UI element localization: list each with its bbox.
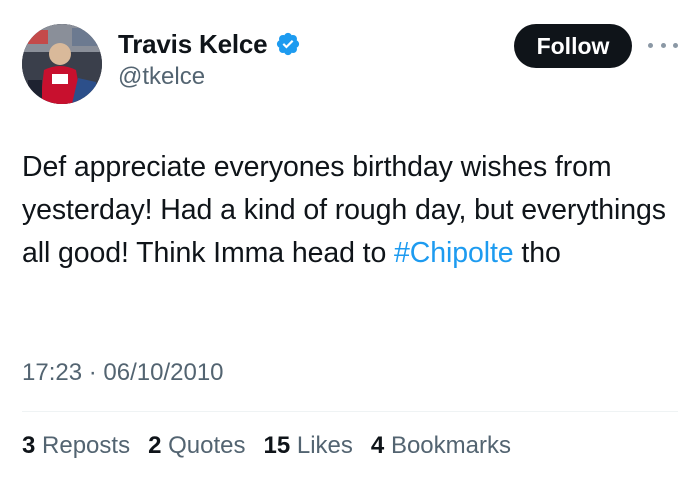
hashtag-link[interactable]: #Chipolte [394, 237, 514, 269]
stat-label: Likes [296, 432, 353, 459]
stat-count: 15 [263, 432, 291, 459]
stat-count: 3 [22, 432, 36, 459]
tweet-date: 06/10/2010 [103, 359, 224, 386]
tweet-text: Def appreciate everyones birthday wishes… [22, 146, 682, 275]
verified-badge-icon[interactable] [275, 31, 301, 57]
bookmarks-stat[interactable]: 4 Bookmarks [371, 430, 511, 462]
more-dot [660, 42, 666, 48]
quotes-stat[interactable]: 2 Quotes [148, 430, 245, 462]
more-options-icon[interactable] [648, 38, 678, 52]
display-name[interactable]: Travis Kelce [118, 28, 268, 60]
more-dot [648, 42, 653, 48]
tweet-time: 17:23 [22, 359, 83, 386]
divider [22, 411, 678, 412]
tweet-text-body: Def appreciate everyones birthday wishes… [22, 151, 666, 269]
stat-label: Quotes [168, 432, 246, 459]
reposts-stat[interactable]: 3 Reposts [22, 430, 130, 462]
stat-label: Bookmarks [390, 432, 511, 459]
more-dot [673, 42, 678, 48]
avatar-photo [22, 24, 102, 104]
follow-button[interactable]: Follow [514, 24, 632, 68]
engagement-stats: 3 Reposts 2 Quotes 15 Likes 4 Bookmarks [22, 430, 511, 462]
timestamp-separator: · [82, 359, 104, 386]
author-handle[interactable]: @tkelce [118, 62, 205, 92]
stat-label: Reposts [42, 432, 131, 459]
stat-count: 2 [148, 432, 162, 459]
avatar[interactable] [22, 24, 102, 104]
stat-count: 4 [370, 432, 385, 459]
tweet-card: Travis Kelce @tkelce Follow Def apprecia… [0, 0, 700, 479]
likes-stat[interactable]: 15 Likes [264, 430, 353, 462]
tweet-text-tail: tho [513, 237, 561, 269]
timestamp[interactable]: 17:23 · 06/10/2010 [22, 358, 224, 388]
author-name-row: Travis Kelce [118, 28, 301, 60]
